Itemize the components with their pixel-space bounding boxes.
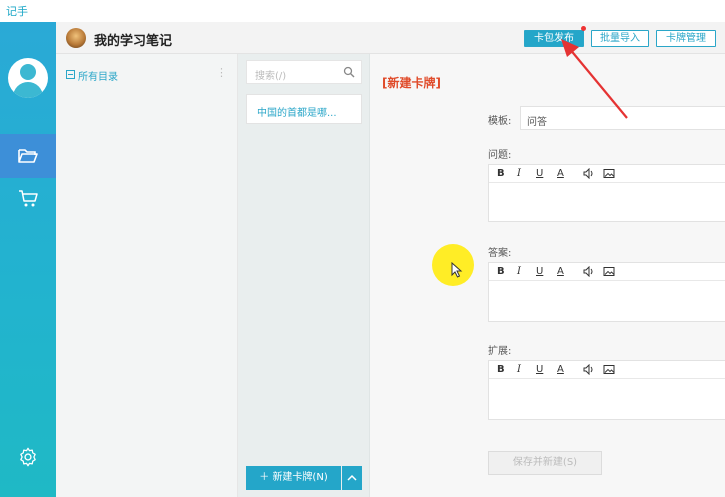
page-title: 我的学习笔记 <box>94 34 173 49</box>
mouse-pointer-icon <box>451 262 463 278</box>
image-icon[interactable] <box>603 266 615 277</box>
rte-toolbar: B I U A <box>489 263 725 281</box>
extension-label: 扩展: <box>488 346 512 357</box>
underline-button[interactable]: U <box>536 168 543 179</box>
image-icon[interactable] <box>603 168 615 179</box>
italic-button[interactable]: I <box>517 266 521 277</box>
audio-icon[interactable] <box>583 364 595 375</box>
notification-dot <box>581 26 586 31</box>
gear-icon[interactable] <box>17 446 39 468</box>
template-value: 问答 <box>527 117 547 128</box>
app-logo: 记手 <box>6 5 28 18</box>
bold-button[interactable]: B <box>497 168 505 179</box>
directory-panel: 所有目录 ⋮ <box>56 54 238 497</box>
rte-toolbar: B I U A <box>489 165 725 183</box>
question-label: 问题: <box>488 150 512 161</box>
window-titlebar: 记手 <box>0 0 725 22</box>
font-color-button[interactable]: A <box>557 364 564 375</box>
search-input[interactable]: 搜索(/) <box>246 60 362 84</box>
new-card-dropdown-button[interactable] <box>342 466 362 490</box>
italic-button[interactable]: I <box>517 364 521 375</box>
folder-open-icon <box>18 149 38 163</box>
new-card-label: 新建卡牌(N) <box>272 472 328 483</box>
italic-button[interactable]: I <box>517 168 521 179</box>
search-icon[interactable] <box>343 66 355 78</box>
card-list-panel: 搜索(/) 中国的首都是哪... ＋ 新建卡牌(N) <box>238 54 370 497</box>
search-placeholder: 搜索(/) <box>255 71 287 82</box>
card-editor: [新建卡牌] 模板: 问答 问题: B I U A 答案: B I U A 扩展… <box>370 54 725 497</box>
answer-label: 答案: <box>488 248 512 259</box>
left-rail <box>0 22 56 497</box>
image-icon[interactable] <box>603 364 615 375</box>
sidebar-item-notes[interactable] <box>0 134 56 178</box>
editor-title: [新建卡牌] <box>382 76 441 90</box>
avatar[interactable] <box>8 58 48 98</box>
question-editor[interactable]: B I U A <box>488 164 725 222</box>
audio-icon[interactable] <box>583 168 595 179</box>
sidebar-item-shop[interactable] <box>0 182 56 216</box>
save-and-new-button[interactable]: 保存并新建(S) <box>488 451 602 475</box>
annotation-arrow <box>561 39 628 119</box>
underline-button[interactable]: U <box>536 266 543 277</box>
answer-editor[interactable]: B I U A <box>488 262 725 322</box>
template-label: 模板: <box>488 116 512 127</box>
rte-toolbar: B I U A <box>489 361 725 379</box>
cart-icon <box>19 190 38 207</box>
bold-button[interactable]: B <box>497 266 505 277</box>
card-item-label: 中国的首都是哪... <box>257 108 337 119</box>
plus-icon: ＋ <box>259 472 273 483</box>
notebook-logo <box>66 28 86 48</box>
extension-editor[interactable]: B I U A <box>488 360 725 420</box>
card-manage-button[interactable]: 卡牌管理 <box>656 30 716 47</box>
new-card-button[interactable]: ＋ 新建卡牌(N) <box>246 466 341 490</box>
font-color-button[interactable]: A <box>557 168 564 179</box>
directory-root[interactable]: 所有目录 <box>78 68 118 83</box>
more-icon[interactable]: ⋮ <box>216 66 227 79</box>
collapse-icon[interactable] <box>66 70 75 79</box>
underline-button[interactable]: U <box>536 364 543 375</box>
font-color-button[interactable]: A <box>557 266 564 277</box>
chevron-up-icon <box>347 474 357 481</box>
list-item[interactable]: 中国的首都是哪... <box>246 94 362 124</box>
bold-button[interactable]: B <box>497 364 505 375</box>
audio-icon[interactable] <box>583 266 595 277</box>
